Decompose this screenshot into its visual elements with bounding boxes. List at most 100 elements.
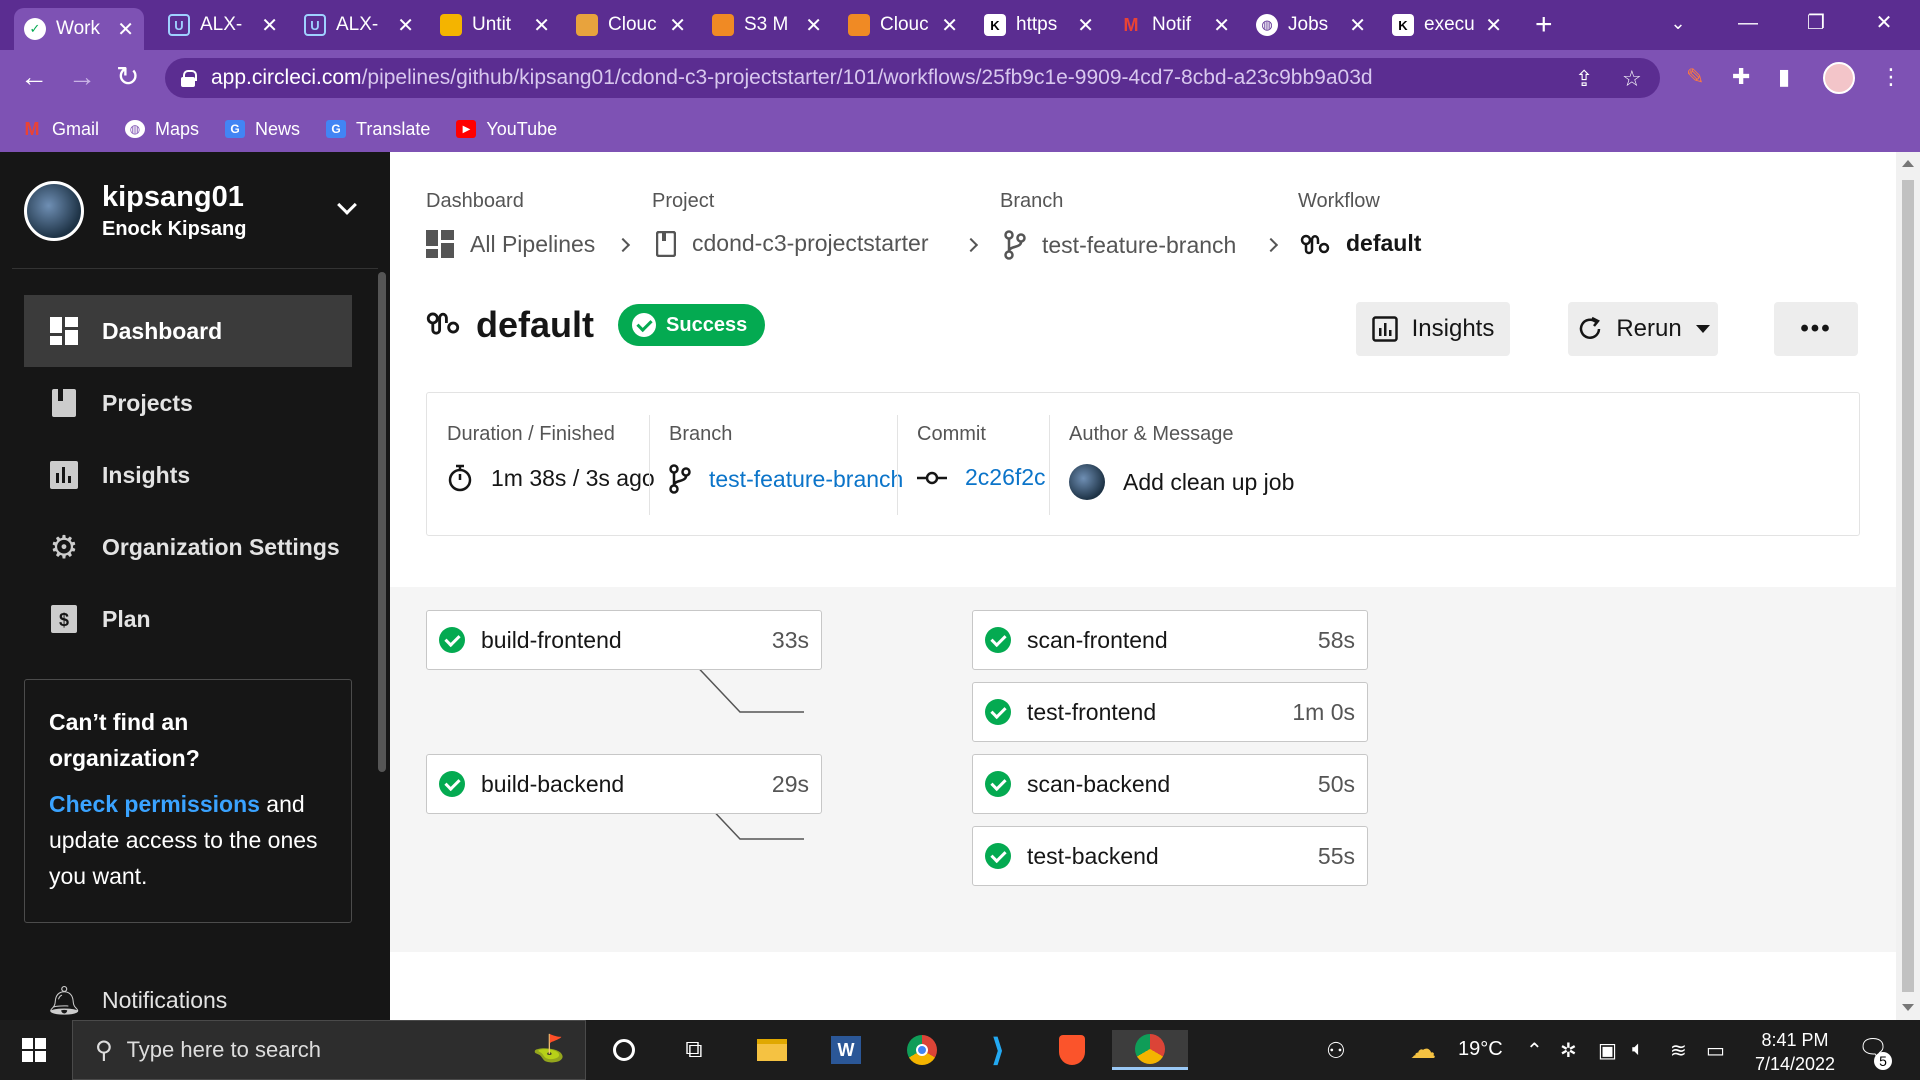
browser-tab[interactable]: K execu ✕ xyxy=(1382,8,1512,42)
url-path: /pipelines/github/kipsang01/cdond-c3-pro… xyxy=(361,66,1373,89)
job-card[interactable]: build-frontend 33s xyxy=(426,610,822,670)
sidebar-item-organization-settings[interactable]: ⚙ Organization Settings xyxy=(24,511,352,583)
browser-tab[interactable]: ◍ Jobs ✕ xyxy=(1246,8,1376,42)
caret-down-icon[interactable] xyxy=(1695,325,1710,333)
brave-icon[interactable] xyxy=(1050,1030,1094,1070)
more-actions-button[interactable]: ••• xyxy=(1774,302,1858,356)
browser-tab[interactable]: Clouc ✕ xyxy=(838,8,968,42)
cortana-icon[interactable] xyxy=(602,1030,646,1070)
sidebar-item-plan[interactable]: $ Plan xyxy=(24,583,352,655)
bookmark-gmail[interactable]: M Gmail xyxy=(22,119,100,140)
close-icon[interactable]: ✕ xyxy=(805,13,822,38)
minimize-icon[interactable]: — xyxy=(1718,6,1778,40)
weather-temp[interactable]: 19°C xyxy=(1458,1038,1503,1061)
new-tab-button[interactable]: + xyxy=(1535,8,1553,42)
close-icon[interactable]: ✕ xyxy=(533,13,550,38)
word-icon[interactable]: W xyxy=(824,1030,868,1070)
browser-tab[interactable]: U ALX- ✕ xyxy=(294,8,424,42)
sidebar-item-notifications[interactable]: 🔔︎ Notifications xyxy=(46,985,227,1016)
chevron-down-icon[interactable] xyxy=(337,195,357,215)
scrollbar-thumb[interactable] xyxy=(1902,180,1914,992)
puzzle-extensions-icon[interactable]: ✚ xyxy=(1732,64,1750,90)
browser-tab[interactable]: Clouc ✕ xyxy=(566,8,696,42)
bookmark-youtube[interactable]: ▶ YouTube xyxy=(456,119,557,140)
close-icon[interactable]: ✕ xyxy=(1077,13,1094,38)
job-card[interactable]: scan-backend 50s xyxy=(972,754,1368,814)
chrome-icon[interactable] xyxy=(900,1030,944,1070)
taskbar-search-input[interactable]: ⚲ Type here to search ⛳ xyxy=(72,1020,586,1080)
job-duration: 33s xyxy=(771,626,809,653)
network-app-icon[interactable]: ✲ xyxy=(1560,1038,1577,1063)
chrome-profile-icon[interactable] xyxy=(1112,1030,1188,1070)
check-permissions-link[interactable]: Check permissions xyxy=(49,791,260,817)
share-icon[interactable]: ⇪ xyxy=(1575,66,1593,92)
bookmark-maps[interactable]: ◍ Maps xyxy=(125,119,199,140)
page-scrollbar[interactable] xyxy=(1896,152,1920,1020)
avatar[interactable] xyxy=(1069,464,1105,500)
mute-speaker-icon[interactable]: 🔈︎ xyxy=(1632,1038,1644,1061)
url-input[interactable]: app.circleci.com/pipelines/github/kipsan… xyxy=(165,58,1660,98)
side-panel-icon[interactable]: ▮ xyxy=(1778,64,1790,90)
bookmark-translate[interactable]: G Translate xyxy=(326,119,430,140)
browser-tab[interactable]: ✓ Work ✕ xyxy=(14,8,144,50)
crumb-branch[interactable]: test-feature-branch xyxy=(1004,230,1236,260)
scroll-down-icon[interactable] xyxy=(1902,1004,1914,1011)
windows-start-icon[interactable] xyxy=(22,1038,46,1062)
close-window-icon[interactable]: ✕ xyxy=(1854,6,1914,40)
crumb-dashboard-label: Dashboard xyxy=(426,190,524,212)
tray-chevron-icon[interactable]: ⌃ xyxy=(1526,1038,1543,1063)
commit-link[interactable]: 2c26f2c xyxy=(965,464,1046,491)
close-icon[interactable]: ✕ xyxy=(1485,13,1502,38)
profile-avatar[interactable] xyxy=(1823,62,1855,94)
people-icon[interactable]: ⚇ xyxy=(1326,1038,1346,1064)
close-icon[interactable]: ✕ xyxy=(1349,13,1366,38)
windows-taskbar: ⚲ Type here to search ⛳ ⧉ W ⟩ ⚇ ☁ 19°C ⌃… xyxy=(0,1020,1920,1080)
sidebar-scrollbar[interactable] xyxy=(378,272,386,772)
meet-now-icon[interactable]: ▣ xyxy=(1598,1038,1617,1063)
forward-arrow-icon[interactable]: → xyxy=(68,62,96,92)
browser-tab[interactable]: S3 M ✕ xyxy=(702,8,832,42)
job-card[interactable]: test-frontend 1m 0s xyxy=(972,682,1368,742)
close-icon[interactable]: ✕ xyxy=(669,13,686,38)
browser-tab[interactable]: Untit ✕ xyxy=(430,8,560,42)
bookmark-news[interactable]: G News xyxy=(225,119,300,140)
bookmark-star-icon[interactable]: ☆ xyxy=(1622,66,1642,92)
browser-tab[interactable]: U ALX- ✕ xyxy=(158,8,288,42)
sidebar-item-dashboard[interactable]: Dashboard xyxy=(24,295,352,367)
close-icon[interactable]: ✕ xyxy=(941,13,958,38)
sidebar-item-projects[interactable]: Projects xyxy=(24,367,352,439)
close-icon[interactable]: ✕ xyxy=(1213,13,1230,38)
battery-icon[interactable]: ▭ xyxy=(1706,1038,1725,1063)
job-card[interactable]: test-backend 55s xyxy=(972,826,1368,886)
system-clock[interactable]: 8:41 PM 7/14/2022 xyxy=(1735,1028,1855,1076)
insights-button[interactable]: Insights xyxy=(1356,302,1510,356)
close-icon[interactable]: ✕ xyxy=(117,17,134,42)
browser-tab[interactable]: K https ✕ xyxy=(974,8,1104,42)
crumb-workflow[interactable]: default xyxy=(1300,230,1421,257)
sidebar-item-insights[interactable]: Insights xyxy=(24,439,352,511)
scroll-up-icon[interactable] xyxy=(1902,160,1914,167)
pen-extension-icon[interactable]: ✎ xyxy=(1686,64,1704,90)
job-card[interactable]: build-backend 29s xyxy=(426,754,822,814)
tab-search-chevron-icon[interactable]: ⌄ xyxy=(1648,6,1708,40)
reload-icon[interactable]: ↻ xyxy=(116,62,139,92)
browser-tab[interactable]: M Notif ✕ xyxy=(1110,8,1240,42)
vscode-icon[interactable]: ⟩ xyxy=(976,1030,1020,1070)
branch-link[interactable]: test-feature-branch xyxy=(709,466,903,493)
job-card[interactable]: scan-frontend 58s xyxy=(972,610,1368,670)
crumb-all-pipelines[interactable]: All Pipelines xyxy=(426,230,595,258)
rerun-button[interactable]: Rerun xyxy=(1568,302,1718,356)
address-toolbar: ← → ↻ app.circleci.com/pipelines/github/… xyxy=(0,50,1920,106)
back-arrow-icon[interactable]: ← xyxy=(20,62,48,92)
close-icon[interactable]: ✕ xyxy=(397,13,414,38)
menu-kebab-icon[interactable]: ⋮ xyxy=(1880,64,1902,90)
weather-icon[interactable]: ☁ xyxy=(1410,1034,1436,1065)
close-icon[interactable]: ✕ xyxy=(261,13,278,38)
task-view-icon[interactable]: ⧉ xyxy=(672,1030,716,1070)
restore-icon[interactable]: ❐ xyxy=(1786,6,1846,40)
org-switcher[interactable]: kipsang01 Enock Kipsang xyxy=(24,180,364,242)
crumb-project[interactable]: cdond-c3-projectstarter xyxy=(656,230,929,257)
clock-time: 8:41 PM xyxy=(1761,1030,1829,1050)
file-explorer-icon[interactable] xyxy=(750,1030,794,1070)
wifi-icon[interactable]: ≋ xyxy=(1670,1038,1687,1063)
